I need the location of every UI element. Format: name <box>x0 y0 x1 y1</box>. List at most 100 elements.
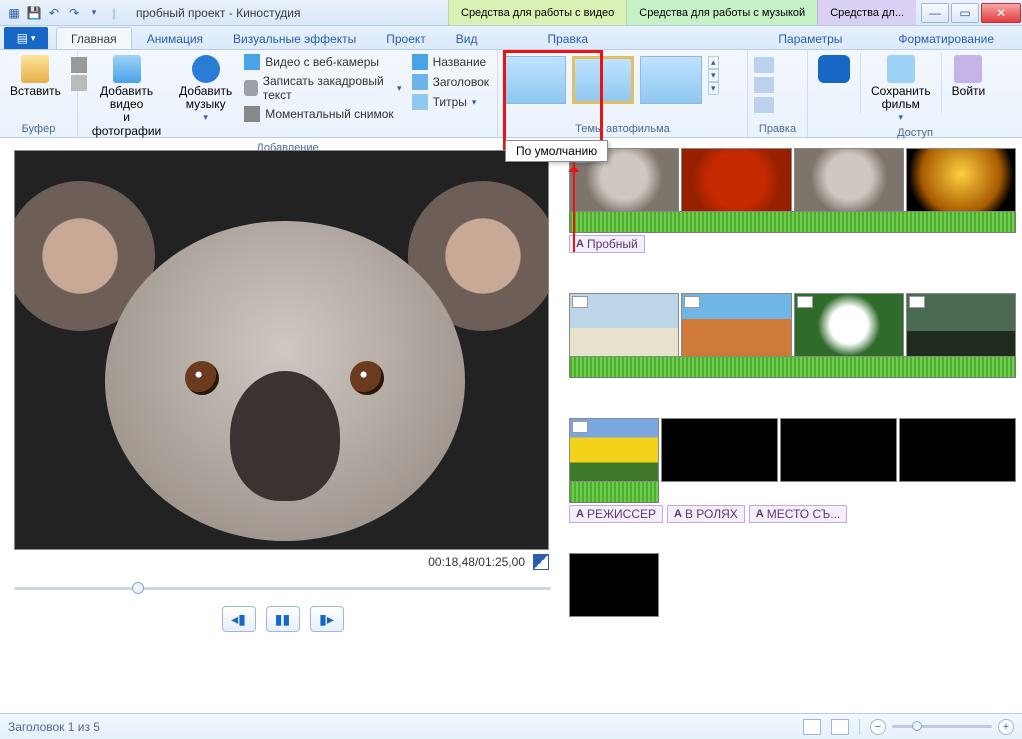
group-access-label: Доступ <box>814 125 1016 139</box>
maximize-button[interactable]: ▭ <box>951 3 979 23</box>
seek-bar[interactable] <box>14 580 551 596</box>
qat-dropdown-icon[interactable]: ▾ <box>86 5 102 21</box>
tab-project[interactable]: Проект <box>371 27 441 49</box>
tab-effects[interactable]: Визуальные эффекты <box>218 27 371 49</box>
themes-scroll-down-icon[interactable]: ▾ <box>708 69 719 82</box>
redo-icon[interactable]: ↷ <box>66 5 82 21</box>
file-menu-button[interactable]: ▤▾ <box>4 27 48 49</box>
timeline-clip[interactable] <box>661 418 778 482</box>
rotate-left-icon[interactable] <box>754 57 774 73</box>
snapshot-label: Моментальный снимок <box>265 107 393 121</box>
zoom-slider[interactable] <box>892 725 992 728</box>
minimize-button[interactable]: ― <box>921 3 949 23</box>
snapshot-icon <box>244 106 260 122</box>
zoom-in-button[interactable]: + <box>998 719 1014 735</box>
play-pause-button[interactable]: ▮▮ <box>266 606 300 632</box>
timeline-clip[interactable] <box>681 293 791 357</box>
tab-animation[interactable]: Анимация <box>132 27 218 49</box>
clip-effect-icon <box>684 296 700 308</box>
qat-sep: | <box>106 5 122 21</box>
theme-default[interactable] <box>504 56 566 104</box>
clip-effect-icon <box>797 296 813 308</box>
caption-icon <box>412 74 428 90</box>
add-music-label: Добавить музыку <box>179 85 232 111</box>
timeline-clip[interactable] <box>794 293 904 357</box>
caption-tag[interactable]: Пробный <box>569 235 645 253</box>
title-label: Название <box>433 55 487 69</box>
next-frame-button[interactable]: ▮▸ <box>310 606 344 632</box>
audio-track[interactable] <box>569 481 659 503</box>
rotate-right-icon[interactable] <box>754 77 774 93</box>
timeline-clip[interactable] <box>780 418 897 482</box>
status-sep <box>859 719 860 735</box>
fullscreen-icon[interactable] <box>533 554 549 570</box>
film-icon <box>887 55 915 83</box>
annotation-arrow <box>573 162 575 252</box>
skydrive-button[interactable] <box>814 53 854 85</box>
themes-scroll-up-icon[interactable]: ▴ <box>708 56 719 69</box>
timeline-clip[interactable] <box>681 148 791 212</box>
clip-effect-icon <box>909 296 925 308</box>
theme-3[interactable] <box>640 56 702 104</box>
tab-params[interactable]: Параметры <box>750 28 870 49</box>
undo-icon[interactable]: ↶ <box>46 5 62 21</box>
themes-more-icon[interactable]: ▾ <box>708 82 719 95</box>
timeline-clip[interactable] <box>569 553 659 617</box>
time-display: 00:18,48/01:25,00 <box>428 555 525 569</box>
clip-effect-icon <box>572 296 588 308</box>
tab-format[interactable]: Форматирование <box>870 28 1022 49</box>
context-tab-text[interactable]: Средства дл... <box>817 0 916 25</box>
audio-track[interactable] <box>569 211 1016 233</box>
context-tab-video[interactable]: Средства для работы с видео <box>448 0 626 25</box>
music-icon <box>192 55 220 83</box>
group-themes-label: Темы автофильма <box>504 121 741 135</box>
caption-tag-label: РЕЖИССЕР <box>587 507 656 521</box>
context-tab-music[interactable]: Средства для работы с музыкой <box>626 0 817 25</box>
snapshot-button[interactable]: Моментальный снимок <box>242 105 403 123</box>
caption-tag-label: Пробный <box>587 237 638 251</box>
group-edit-label: Правка <box>754 121 801 135</box>
remove-icon[interactable] <box>754 97 774 113</box>
add-photos-button[interactable]: Добавить видео и фотографии <box>84 53 169 140</box>
timeline[interactable]: Пробный РЕЖИССЕР В РОЛЯХ <box>565 140 1022 713</box>
voiceover-button[interactable]: Записать закадровый текст▾ <box>242 73 403 103</box>
save-icon[interactable]: 💾 <box>26 5 42 21</box>
caption-label: Заголовок <box>433 75 489 89</box>
signin-button[interactable]: Войти <box>948 53 990 100</box>
view-mode-2-button[interactable] <box>831 719 849 735</box>
video-preview[interactable] <box>14 150 549 550</box>
webcam-icon <box>244 54 260 70</box>
caption-button[interactable]: Заголовок <box>410 73 491 91</box>
save-movie-button[interactable]: Сохранить фильм ▾ <box>867 53 935 125</box>
cloud-icon <box>818 55 850 83</box>
webcam-button[interactable]: Видео с веб-камеры <box>242 53 403 71</box>
close-button[interactable]: ✕ <box>981 3 1021 23</box>
tab-edit[interactable]: Правка <box>532 27 603 49</box>
timeline-clip[interactable] <box>569 418 659 482</box>
caption-tag-label: В РОЛЯХ <box>685 507 738 521</box>
credits-button[interactable]: Титры▾ <box>410 93 491 111</box>
prev-frame-button[interactable]: ◂▮ <box>222 606 256 632</box>
window-title: пробный проект - Киностудия <box>136 6 301 20</box>
audio-track[interactable] <box>569 356 1016 378</box>
timeline-clip[interactable] <box>906 293 1016 357</box>
caption-tag[interactable]: РЕЖИССЕР <box>569 505 663 523</box>
tab-view[interactable]: Вид <box>441 27 493 49</box>
view-mode-1-button[interactable] <box>803 719 821 735</box>
timeline-clip[interactable] <box>794 148 904 212</box>
title-button[interactable]: Название <box>410 53 491 71</box>
theme-tooltip: По умолчанию <box>505 140 608 162</box>
paste-label: Вставить <box>10 85 61 98</box>
zoom-out-button[interactable]: − <box>870 719 886 735</box>
timeline-clip[interactable] <box>906 148 1016 212</box>
caption-tag[interactable]: МЕСТО СЪ... <box>749 505 847 523</box>
group-buffer-label: Буфер <box>6 121 71 135</box>
paste-button[interactable]: Вставить <box>6 53 65 100</box>
caption-tag[interactable]: В РОЛЯХ <box>667 505 745 523</box>
timeline-clip[interactable] <box>899 418 1016 482</box>
theme-2[interactable] <box>572 56 634 104</box>
timeline-clip[interactable] <box>569 293 679 357</box>
tab-home[interactable]: Главная <box>56 27 132 49</box>
voiceover-label: Записать закадровый текст <box>263 74 392 102</box>
add-music-button[interactable]: Добавить музыку ▾ <box>175 53 236 125</box>
